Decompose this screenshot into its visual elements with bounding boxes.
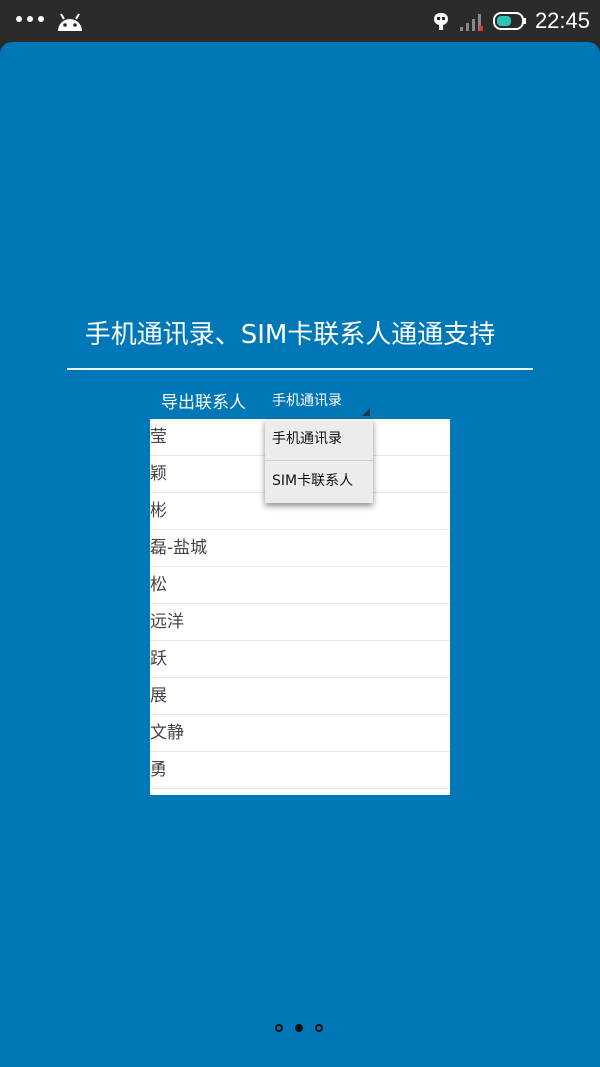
list-item[interactable]: 文静 [150, 715, 450, 752]
spinner-value: 手机通讯录 [272, 393, 342, 409]
list-item[interactable]: 勇 [150, 752, 450, 789]
status-bar: 22:45 [0, 0, 600, 42]
title-divider [67, 368, 533, 370]
dropdown-option-sim[interactable]: SIM卡联系人 [265, 461, 373, 502]
list-item[interactable]: 松 [150, 567, 450, 604]
list-item[interactable]: 丽娟 [150, 789, 450, 795]
export-contacts-label: 导出联系人 [161, 393, 246, 413]
page-dot-active[interactable] [295, 1024, 303, 1032]
usb-debug-icon [433, 13, 448, 30]
list-item[interactable]: 远洋 [150, 604, 450, 641]
battery-icon [492, 12, 526, 30]
android-icon [58, 13, 82, 31]
page-indicator [275, 1024, 323, 1032]
spinner-arrow-icon [362, 408, 370, 416]
page-dot[interactable] [275, 1024, 283, 1032]
source-spinner[interactable]: 手机通讯录 [270, 388, 374, 416]
page-dot[interactable] [315, 1024, 323, 1032]
list-item[interactable]: 展 [150, 678, 450, 715]
page-title: 手机通讯录、SIM卡联系人通通支持 [84, 320, 496, 350]
more-dots-icon [16, 16, 44, 22]
list-item[interactable]: 跃 [150, 641, 450, 678]
clock: 22:45 [534, 8, 590, 33]
intro-page[interactable]: 手机通讯录、SIM卡联系人通通支持 导出联系人 手机通讯录 莹 颖 彬 磊-盐城… [0, 42, 600, 1067]
list-item[interactable]: 磊-盐城 [150, 530, 450, 567]
dropdown-option-phone[interactable]: 手机通讯录 [265, 419, 373, 461]
source-dropdown[interactable]: 手机通讯录 SIM卡联系人 [265, 419, 373, 503]
signal-icon [459, 14, 483, 31]
